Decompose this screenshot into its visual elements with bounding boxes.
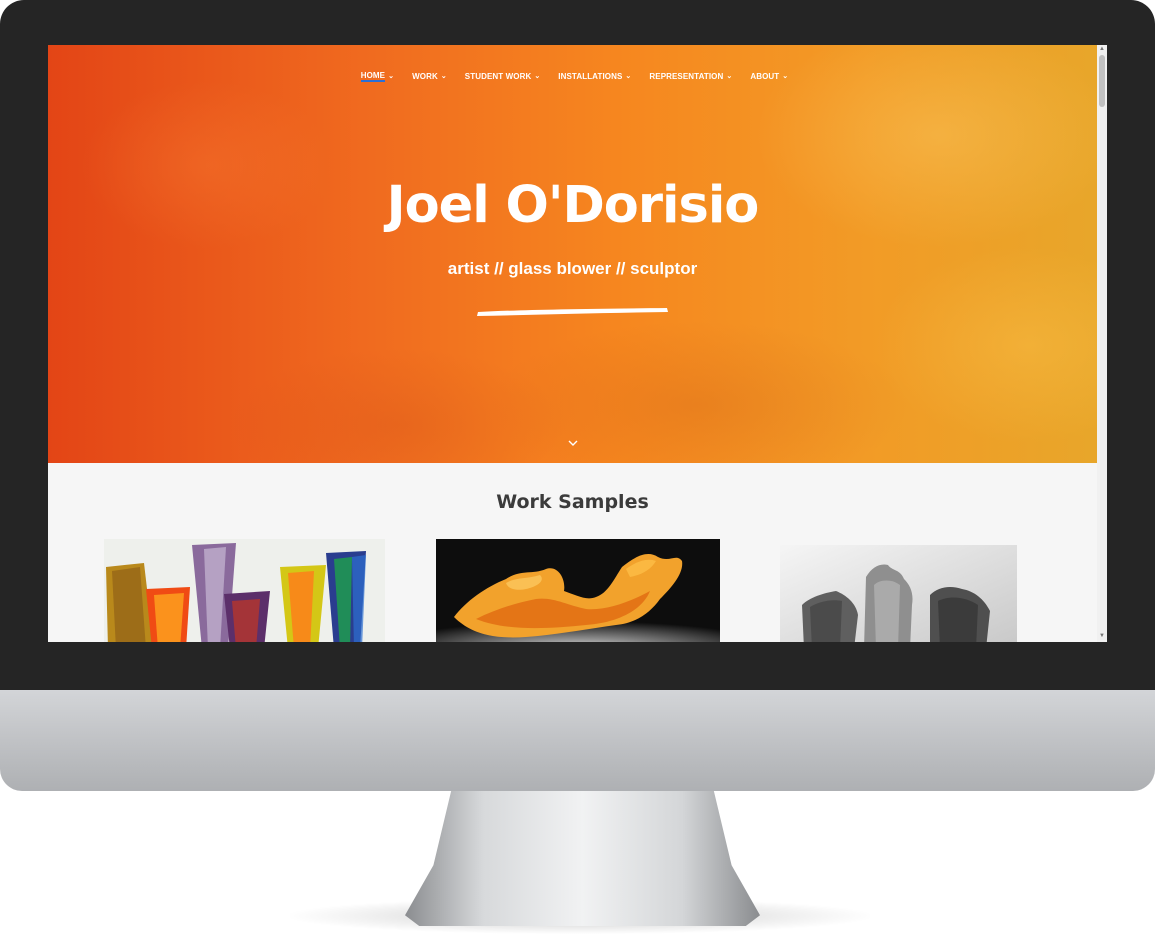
scroll-thumb[interactable] xyxy=(1099,55,1105,107)
nav-item-label: ABOUT xyxy=(750,71,780,81)
chevron-down-icon: ⌄ xyxy=(726,72,733,80)
hero-banner: HOME ⌄ WORK ⌄ STUDENT WORK ⌄ INSTALLATIO… xyxy=(48,45,1097,463)
chevron-down-icon: ⌄ xyxy=(534,72,541,80)
chevron-down-icon: ⌄ xyxy=(625,72,632,80)
brush-stroke-divider xyxy=(477,308,668,316)
chevron-down-icon: ⌄ xyxy=(782,72,789,80)
orange-sculpture-image xyxy=(436,539,720,642)
scrollbar[interactable]: ▲ ▼ xyxy=(1097,45,1107,642)
nav-item-label: REPRESENTATION xyxy=(649,71,724,81)
nav-item-installations[interactable]: INSTALLATIONS ⌄ xyxy=(558,69,631,83)
scroll-up-arrow-icon[interactable]: ▲ xyxy=(1097,45,1107,53)
nav-item-label: STUDENT WORK xyxy=(464,71,532,81)
work-sample-image[interactable] xyxy=(104,539,385,642)
nav-item-work[interactable]: WORK ⌄ xyxy=(412,69,447,83)
work-sample-image[interactable] xyxy=(780,545,1017,642)
main-nav: HOME ⌄ WORK ⌄ STUDENT WORK ⌄ INSTALLATIO… xyxy=(48,69,1097,83)
nav-item-label: HOME xyxy=(360,70,386,82)
glass-vessels-image xyxy=(104,539,385,642)
nav-item-label: INSTALLATIONS xyxy=(558,71,623,81)
nav-item-representation[interactable]: REPRESENTATION ⌄ xyxy=(649,69,732,83)
monitor-chin xyxy=(0,690,1155,791)
hero-subtitle: artist // glass blower // sculptor xyxy=(447,259,698,278)
hero-title: Joel O'Dorisio xyxy=(386,176,760,235)
section-title: Work Samples xyxy=(496,491,649,513)
nav-item-home[interactable]: HOME ⌄ xyxy=(360,69,395,83)
nav-item-about[interactable]: ABOUT ⌄ xyxy=(750,69,788,83)
nav-item-student-work[interactable]: STUDENT WORK ⌄ xyxy=(465,69,541,83)
website-screen: HOME ⌄ WORK ⌄ STUDENT WORK ⌄ INSTALLATIO… xyxy=(48,45,1107,642)
chevron-down-icon: ⌄ xyxy=(440,72,447,80)
work-sample-image[interactable] xyxy=(436,539,720,642)
scroll-down-arrow-icon[interactable]: ▼ xyxy=(1097,632,1107,640)
grey-panels-image xyxy=(780,545,1017,642)
chevron-down-icon: ⌄ xyxy=(388,72,395,80)
monitor-stand xyxy=(405,791,760,926)
nav-item-label: WORK xyxy=(412,71,438,81)
chevron-down-icon[interactable] xyxy=(563,435,583,451)
